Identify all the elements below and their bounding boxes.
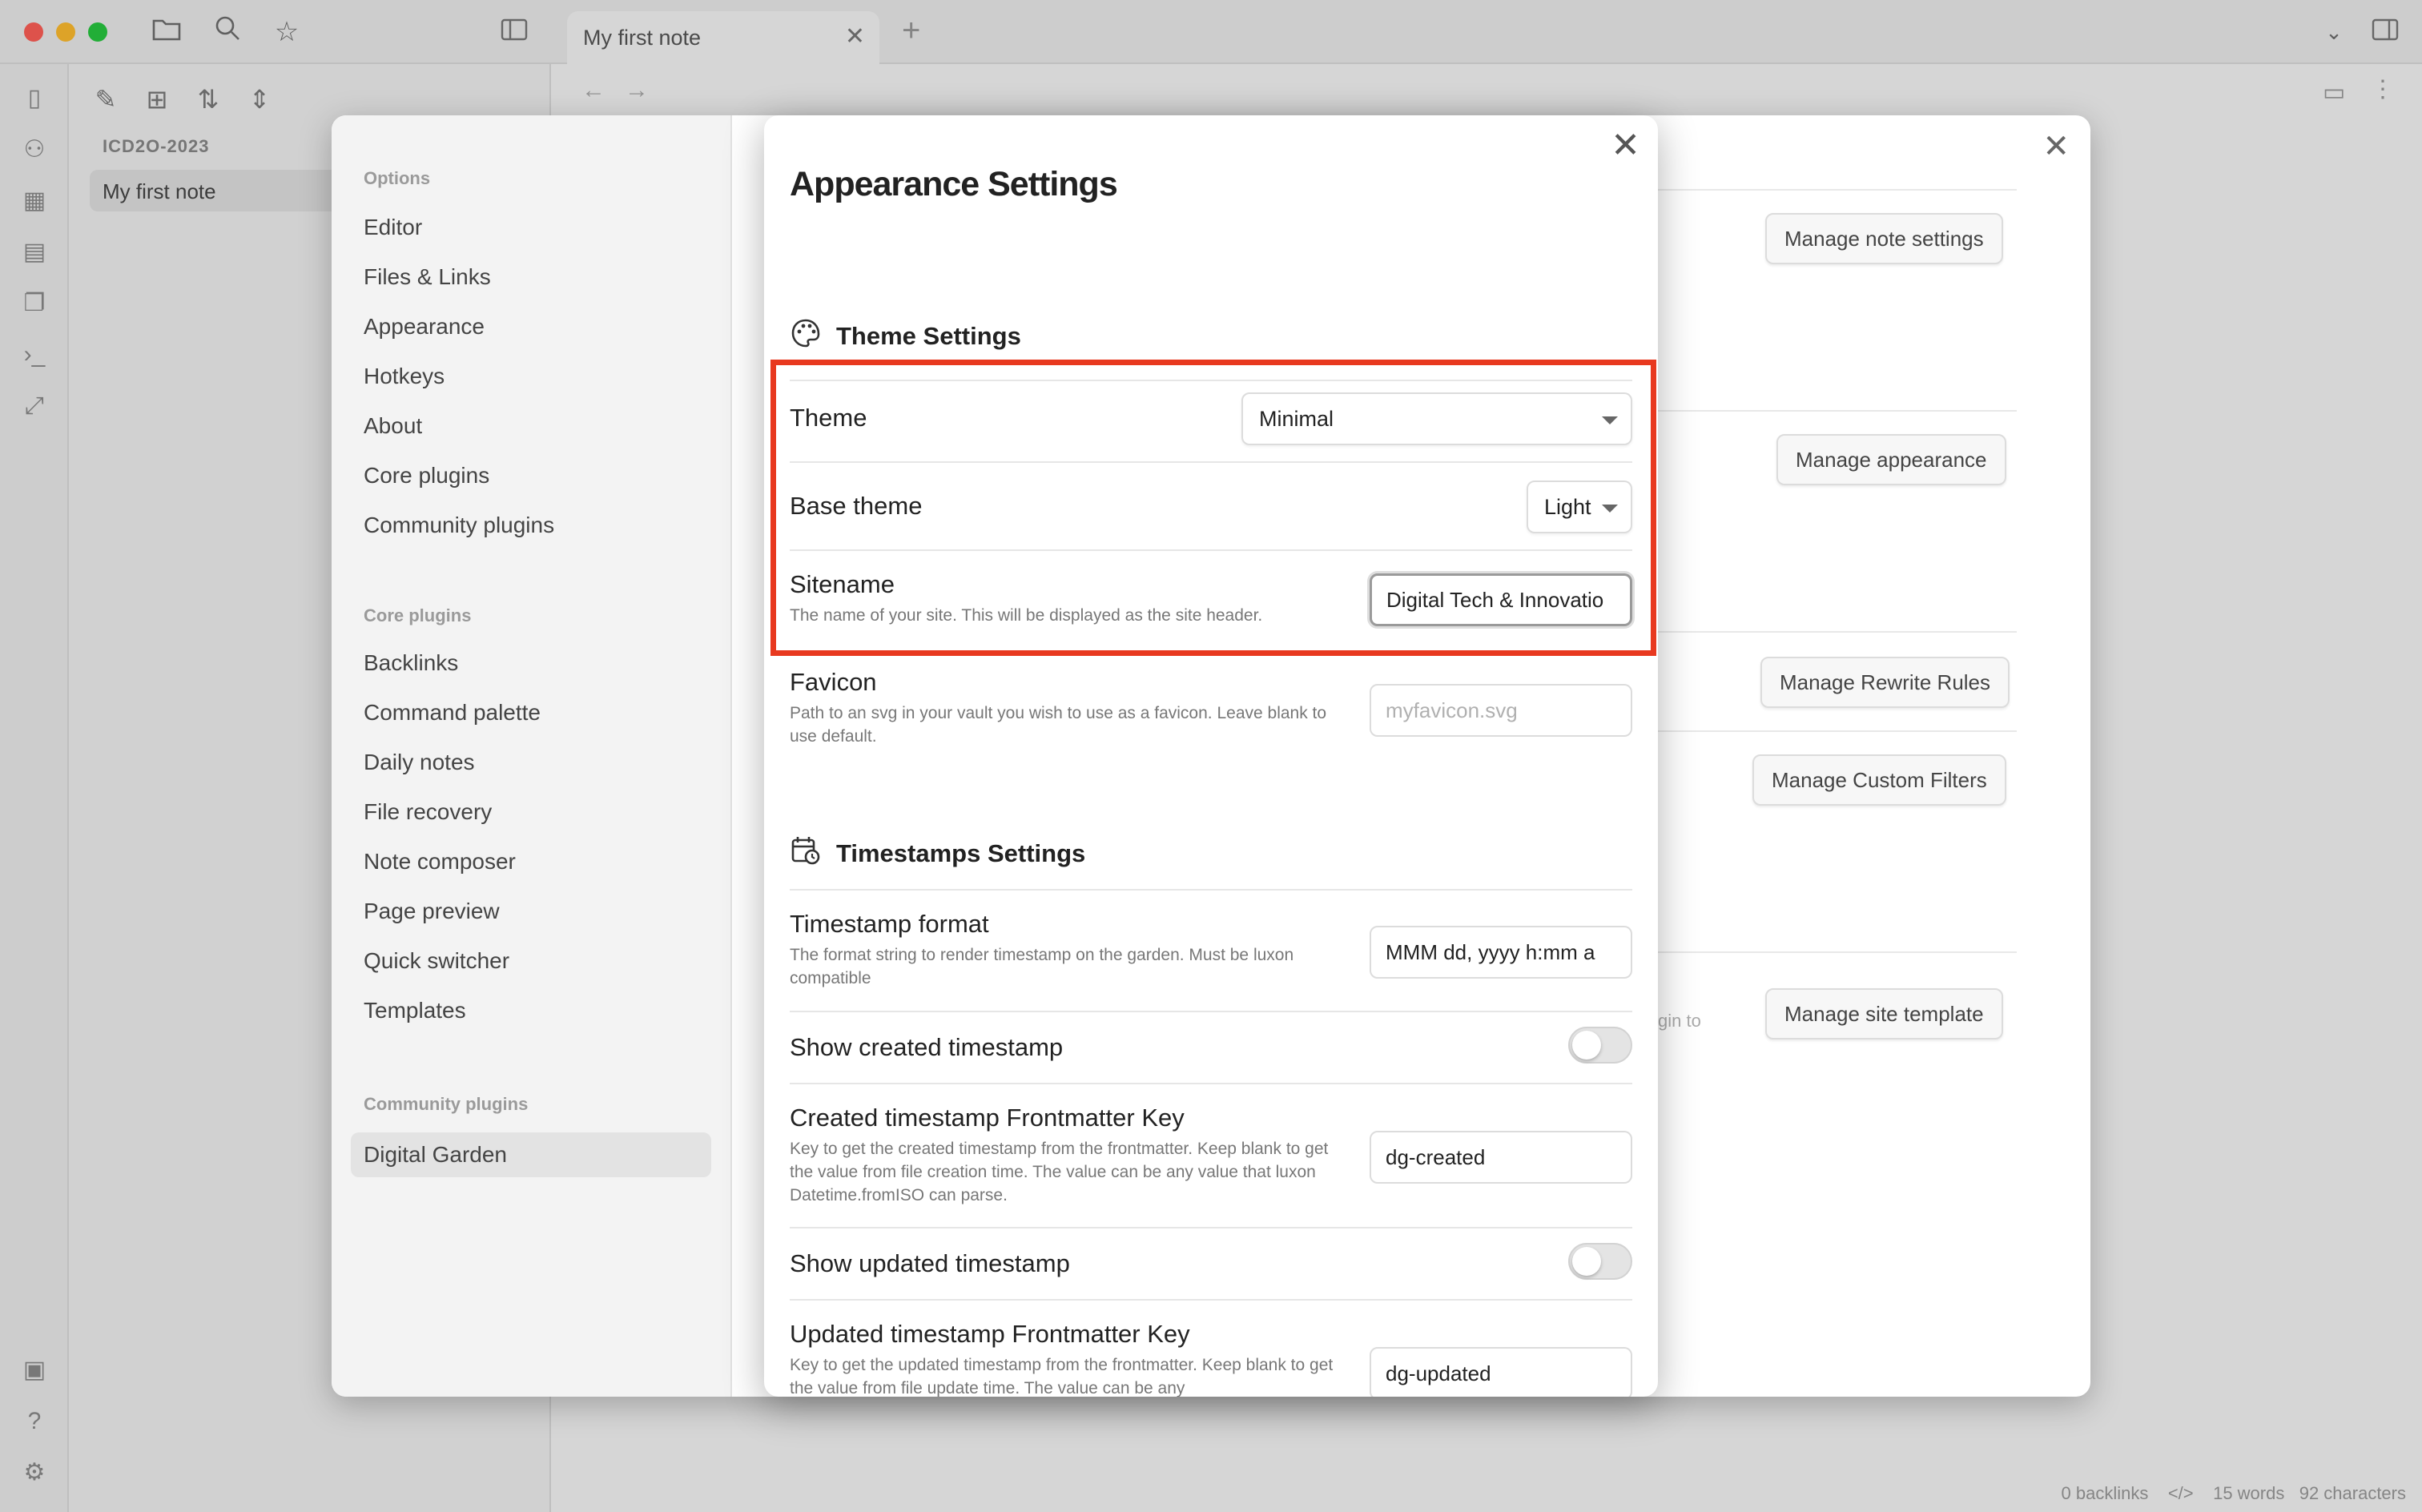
manage-custom-filters-button[interactable]: Manage Custom Filters <box>1752 754 2006 806</box>
sidebar-item-editor[interactable]: Editor <box>351 205 711 250</box>
community-plugins-heading: Community plugins <box>364 1094 529 1114</box>
sidebar-item-label: Templates <box>364 998 466 1023</box>
show-updated-timestamp-toggle[interactable] <box>1568 1243 1632 1280</box>
sidebar-item-label: Quick switcher <box>364 948 510 973</box>
sidebar-item-label: Command palette <box>364 700 541 725</box>
base-theme-dropdown[interactable]: Light <box>1527 481 1632 533</box>
theme-dropdown[interactable]: Minimal <box>1241 392 1632 445</box>
sitename-label: Sitename <box>790 570 895 598</box>
sidebar-item-community-plugins[interactable]: Community plugins <box>351 503 711 548</box>
chevron-down-icon <box>1602 505 1618 513</box>
theme-label: Theme <box>790 404 867 432</box>
section-title: Timestamps Settings <box>836 839 1086 867</box>
section-title: Theme Settings <box>836 322 1021 350</box>
sidebar-item-quick-switcher[interactable]: Quick switcher <box>351 939 711 983</box>
sidebar-item-label: Digital Garden <box>364 1142 507 1167</box>
updated-key-input[interactable] <box>1370 1347 1632 1397</box>
manage-site-template-button[interactable]: Manage site template <box>1765 988 2003 1040</box>
created-key-input[interactable] <box>1370 1131 1632 1184</box>
base-theme-selected-value: Light <box>1544 495 1591 519</box>
calendar-clock-icon <box>791 837 820 865</box>
timestamp-format-description: The format string to render timestamp on… <box>790 946 1294 987</box>
sidebar-item-label: About <box>364 413 423 438</box>
sidebar-item-note-composer[interactable]: Note composer <box>351 839 711 884</box>
sidebar-item-label: Page preview <box>364 899 500 923</box>
sitename-input[interactable] <box>1370 573 1632 626</box>
base-theme-label: Base theme <box>790 492 923 520</box>
timestamp-format-label: Timestamp format <box>790 910 989 938</box>
divider <box>790 1299 1632 1301</box>
sidebar-item-file-recovery[interactable]: File recovery <box>351 790 711 834</box>
sidebar-item-files-links[interactable]: Files & Links <box>351 255 711 300</box>
chevron-down-icon <box>1602 416 1618 424</box>
divider <box>790 549 1632 551</box>
divider <box>790 1083 1632 1084</box>
created-key-description: Key to get the created timestamp from th… <box>790 1140 1329 1204</box>
sidebar-item-label: Backlinks <box>364 650 459 675</box>
core-plugins-heading: Core plugins <box>364 605 472 625</box>
sidebar-item-label: Core plugins <box>364 463 490 488</box>
show-created-timestamp-toggle[interactable] <box>1568 1027 1632 1064</box>
sidebar-item-label: Community plugins <box>364 513 555 537</box>
palette-icon <box>791 319 820 348</box>
divider <box>790 889 1632 891</box>
sidebar-item-digital-garden[interactable]: Digital Garden <box>351 1132 711 1177</box>
modal-title: Appearance Settings <box>790 165 1118 203</box>
sidebar-item-appearance[interactable]: Appearance <box>351 304 711 349</box>
sidebar-item-label: Appearance <box>364 314 485 339</box>
created-key-label: Created timestamp Frontmatter Key <box>790 1104 1185 1132</box>
divider <box>790 380 1632 381</box>
sidebar-item-about[interactable]: About <box>351 404 711 448</box>
toggle-knob <box>1572 1031 1601 1060</box>
settings-close-icon[interactable]: ✕ <box>2042 128 2070 165</box>
partial-description: gin to <box>1658 1011 1701 1031</box>
sidebar-item-hotkeys[interactable]: Hotkeys <box>351 354 711 399</box>
favicon-input[interactable] <box>1370 684 1632 737</box>
manage-appearance-button[interactable]: Manage appearance <box>1776 434 2006 485</box>
updated-key-description: Key to get the updated timestamp from th… <box>790 1356 1334 1397</box>
settings-sidebar: Options Editor Files & Links Appearance … <box>332 115 732 1397</box>
sidebar-item-command-palette[interactable]: Command palette <box>351 690 711 735</box>
manage-rewrite-rules-button[interactable]: Manage Rewrite Rules <box>1760 657 2010 708</box>
sidebar-item-label: Daily notes <box>364 750 475 774</box>
sidebar-item-label: Note composer <box>364 849 516 874</box>
sidebar-item-label: File recovery <box>364 799 493 824</box>
sidebar-item-templates[interactable]: Templates <box>351 988 711 1033</box>
favicon-label: Favicon <box>790 668 877 696</box>
divider <box>790 461 1632 463</box>
sidebar-item-label: Files & Links <box>364 264 491 289</box>
sidebar-item-daily-notes[interactable]: Daily notes <box>351 740 711 785</box>
favicon-description: Path to an svg in your vault you wish to… <box>790 704 1327 746</box>
sidebar-item-label: Hotkeys <box>364 364 445 388</box>
divider <box>790 1227 1632 1228</box>
options-heading: Options <box>364 168 431 188</box>
sidebar-item-label: Editor <box>364 215 423 239</box>
sidebar-item-core-plugins[interactable]: Core plugins <box>351 453 711 498</box>
toggle-knob <box>1572 1247 1601 1276</box>
sidebar-item-page-preview[interactable]: Page preview <box>351 889 711 934</box>
manage-note-settings-button[interactable]: Manage note settings <box>1765 213 2003 264</box>
updated-key-label: Updated timestamp Frontmatter Key <box>790 1320 1190 1348</box>
modal-close-icon[interactable]: ✕ <box>1611 125 1640 166</box>
sidebar-item-backlinks[interactable]: Backlinks <box>351 641 711 686</box>
divider <box>790 1011 1632 1012</box>
sitename-description: The name of your site. This will be disp… <box>790 606 1263 625</box>
appearance-settings-modal: ✕ Appearance Settings Theme Settings The… <box>764 115 1658 1397</box>
show-updated-timestamp-label: Show updated timestamp <box>790 1249 1070 1277</box>
theme-selected-value: Minimal <box>1259 407 1334 431</box>
show-created-timestamp-label: Show created timestamp <box>790 1033 1064 1061</box>
timestamp-format-input[interactable] <box>1370 926 1632 979</box>
